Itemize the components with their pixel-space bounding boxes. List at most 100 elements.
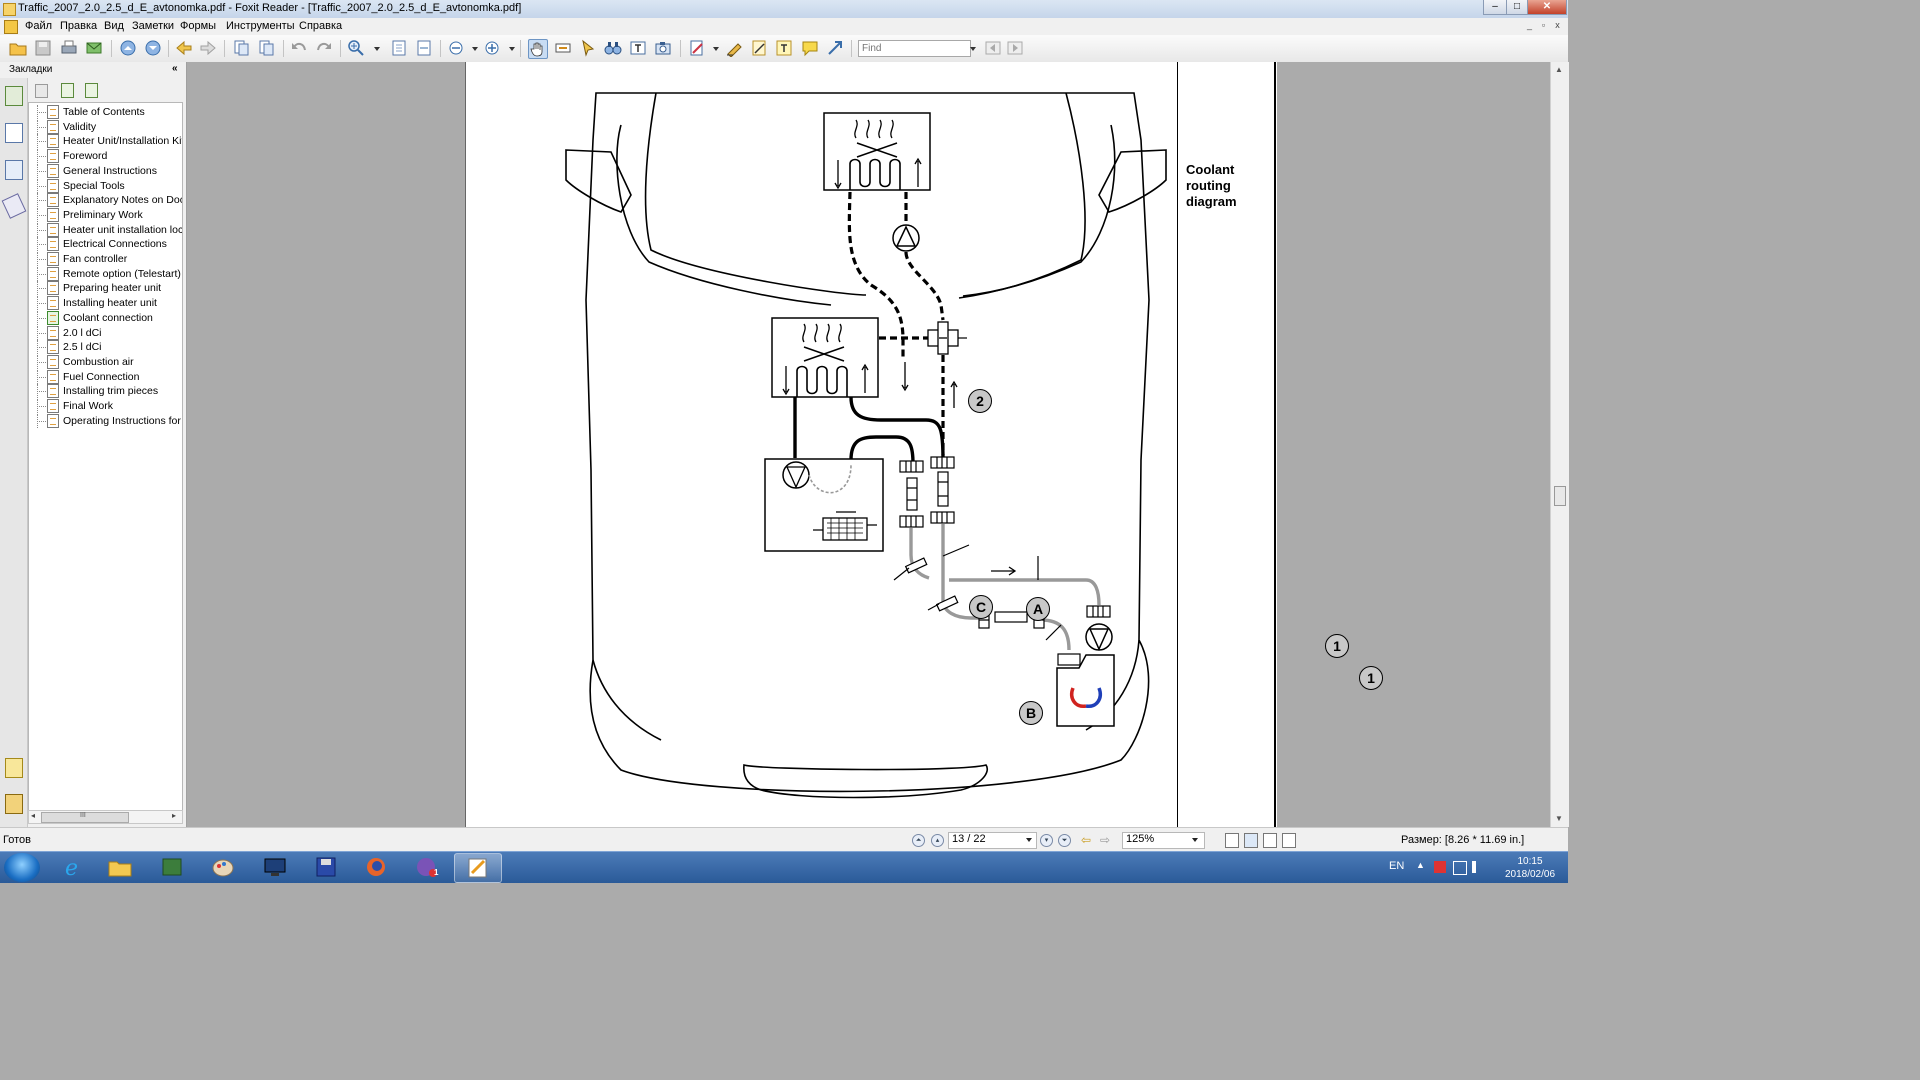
doc-restore-button[interactable]: ▫: [1537, 19, 1550, 32]
note-callout-icon[interactable]: [801, 39, 819, 57]
hand-tool-icon[interactable]: [528, 39, 548, 59]
next-page-icon[interactable]: [144, 39, 162, 57]
paperclip-icon[interactable]: [5, 794, 23, 814]
first-page-button[interactable]: ⏶: [912, 834, 925, 847]
add-bookmark-icon[interactable]: [61, 83, 74, 98]
bookmark-item[interactable]: Heater unit installation loca: [29, 222, 182, 237]
bookmark-item[interactable]: Foreword: [29, 149, 182, 164]
delete-bookmark-icon[interactable]: [35, 84, 48, 98]
taskbar-file-explorer[interactable]: [97, 853, 143, 881]
next-page-button[interactable]: ▾: [1040, 834, 1053, 847]
tray-expand-icon[interactable]: ▲: [1416, 860, 1425, 870]
menu-forms[interactable]: Формы: [180, 20, 216, 32]
volume-icon[interactable]: [1472, 861, 1488, 873]
bookmark-item[interactable]: Fuel Connection: [29, 369, 182, 384]
previous-page-icon[interactable]: [119, 39, 137, 57]
bookmark-item[interactable]: Remote option (Telestart): [29, 266, 182, 281]
fit-width-icon[interactable]: [415, 39, 433, 57]
bookmark-item[interactable]: Fan controller: [29, 252, 182, 266]
doc-minimize-button[interactable]: _: [1523, 19, 1536, 32]
scroll-down-arrow[interactable]: ▼: [1555, 814, 1563, 823]
comments-tab-icon[interactable]: [5, 758, 23, 778]
snapshot-camera-icon[interactable]: [654, 39, 672, 57]
taskbar-internet-explorer[interactable]: e: [50, 853, 96, 881]
previous-page-button[interactable]: ▴: [931, 834, 944, 847]
open-folder-icon[interactable]: [9, 39, 27, 57]
stamp-icon[interactable]: [725, 39, 743, 57]
collapse-panel-button[interactable]: «: [172, 63, 178, 74]
bookmark-item[interactable]: Preliminary Work: [29, 207, 182, 222]
back-arrow-icon[interactable]: [175, 39, 193, 57]
vertical-scrollbar[interactable]: ▲ ▼: [1550, 62, 1569, 827]
menu-help[interactable]: Справка: [299, 20, 342, 32]
menu-file[interactable]: Файл: [25, 20, 52, 32]
bookmark-properties-icon[interactable]: [85, 83, 98, 98]
zoom-dropdown[interactable]: [374, 47, 380, 51]
bookmark-item[interactable]: Electrical Connections: [29, 237, 182, 252]
zoom-dropdown-arrow[interactable]: [1192, 838, 1198, 842]
email-icon[interactable]: [85, 39, 103, 57]
single-page-view-icon[interactable]: [1225, 833, 1239, 848]
bookmark-item[interactable]: Coolant connection: [29, 310, 182, 325]
continuous-facing-view-icon[interactable]: [1282, 833, 1296, 848]
text-box-icon[interactable]: [775, 39, 793, 57]
insert-pages-icon[interactable]: [257, 39, 275, 57]
bookmark-item[interactable]: Operating Instructions for: [29, 413, 182, 428]
find-next-icon[interactable]: [1006, 39, 1024, 57]
language-indicator[interactable]: EN: [1389, 860, 1404, 872]
fit-page-icon[interactable]: [390, 39, 408, 57]
taskbar-viber[interactable]: 1: [404, 853, 450, 881]
redo-icon[interactable]: [315, 39, 333, 57]
find-dropdown[interactable]: [970, 47, 976, 51]
bookmark-item[interactable]: Installing trim pieces: [29, 384, 182, 399]
go-back-icon[interactable]: ⇦: [1081, 833, 1091, 847]
maximize-button[interactable]: □: [1506, 0, 1528, 15]
bookmarks-tab-icon[interactable]: [5, 86, 23, 106]
bookmark-item[interactable]: Preparing heater unit: [29, 281, 182, 296]
pages-tab-icon[interactable]: [5, 123, 23, 143]
find-input[interactable]: [858, 40, 971, 57]
zoom-out-dropdown[interactable]: [472, 47, 478, 51]
network-icon[interactable]: [1453, 861, 1467, 875]
undo-icon[interactable]: [290, 39, 308, 57]
taskbar-foxit-reader[interactable]: [454, 853, 502, 883]
menu-tools[interactable]: Инструменты: [226, 20, 295, 32]
tray-clock[interactable]: 10:15 2018/02/06: [1500, 855, 1560, 881]
bookmark-item[interactable]: Explanatory Notes on Docu: [29, 193, 182, 208]
menu-view[interactable]: Вид: [104, 20, 124, 32]
scrollbar-thumb[interactable]: III: [41, 812, 129, 823]
bookmark-item[interactable]: Validity: [29, 119, 182, 134]
action-center-icon[interactable]: [1434, 861, 1446, 873]
comment-tool-icon[interactable]: [688, 39, 706, 57]
bookmark-item[interactable]: 2.0 l dCi: [29, 325, 182, 340]
layers-tab-icon[interactable]: [5, 160, 23, 180]
select-annotation-icon[interactable]: [579, 39, 597, 57]
attachments-tab-icon[interactable]: [1, 193, 27, 219]
continuous-view-icon[interactable]: [1244, 833, 1258, 848]
zoom-out-circle-icon[interactable]: [447, 39, 465, 57]
doc-close-button[interactable]: x: [1551, 19, 1564, 32]
zoom-in-icon[interactable]: [347, 39, 365, 57]
bookmark-item[interactable]: Installing heater unit: [29, 296, 182, 311]
bookmark-item[interactable]: Table of Contents: [29, 105, 182, 119]
find-binoculars-icon[interactable]: [604, 39, 622, 57]
bookmark-item[interactable]: Combustion air: [29, 354, 182, 369]
document-icon[interactable]: [4, 20, 18, 34]
bookmark-item[interactable]: Final Work: [29, 399, 182, 413]
go-forward-icon[interactable]: ⇨: [1100, 833, 1110, 847]
last-page-button[interactable]: ⏷: [1058, 834, 1071, 847]
taskbar-app-green[interactable]: [149, 853, 195, 881]
zoom-in-circle-icon[interactable]: [483, 39, 501, 57]
forward-arrow-icon[interactable]: [199, 39, 217, 57]
taskbar-firefox[interactable]: [353, 853, 399, 881]
close-button[interactable]: ✕: [1527, 0, 1567, 15]
comment-dropdown[interactable]: [713, 47, 719, 51]
scroll-left-arrow[interactable]: ◂: [31, 811, 35, 820]
find-previous-icon[interactable]: [984, 39, 1002, 57]
bookmarks-horizontal-scrollbar[interactable]: ◂ III ▸: [28, 810, 183, 824]
taskbar-remote-desktop[interactable]: [252, 853, 298, 881]
page-dropdown-arrow[interactable]: [1026, 838, 1032, 842]
scroll-up-arrow[interactable]: ▲: [1555, 65, 1563, 74]
print-icon[interactable]: [60, 39, 78, 57]
zoom-in-dropdown[interactable]: [509, 47, 515, 51]
